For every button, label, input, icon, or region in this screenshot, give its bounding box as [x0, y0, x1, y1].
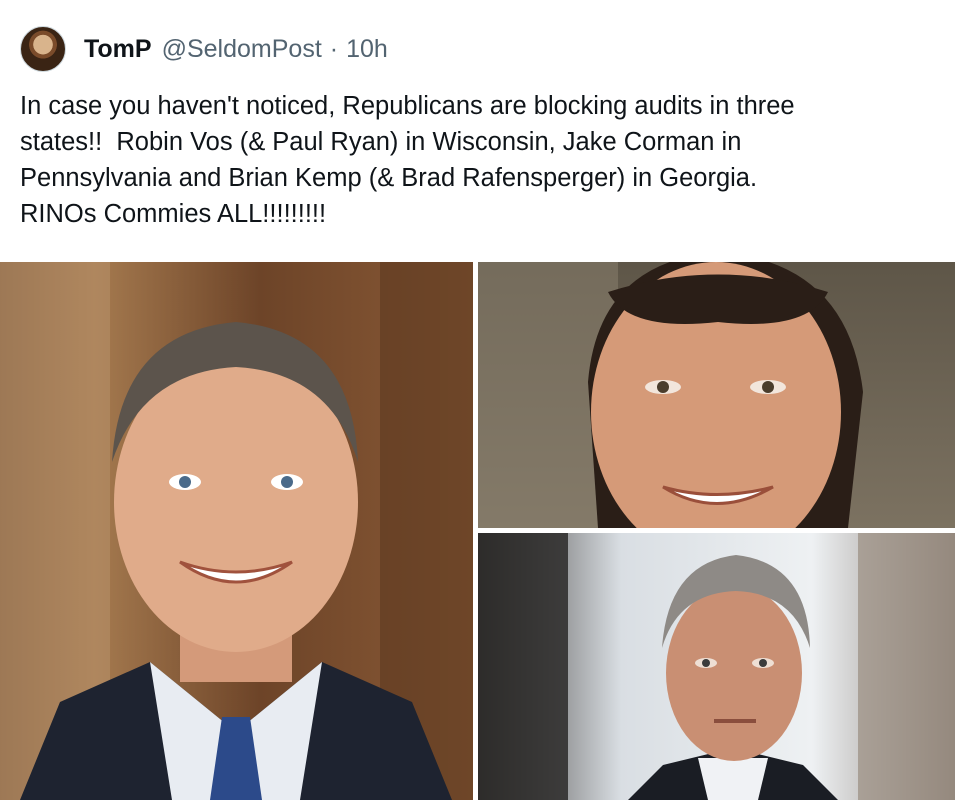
photo-bottom-right[interactable] [478, 533, 955, 800]
user-handle[interactable]: @SeldomPost [162, 35, 322, 64]
author-row: TomP @SeldomPost · 10h [84, 35, 388, 64]
separator-dot: · [329, 34, 339, 63]
tweet-card: TomP @SeldomPost · 10h In case you haven… [0, 0, 955, 800]
tweet-text: In case you haven't noticed, Republicans… [20, 92, 795, 228]
display-name[interactable]: TomP [84, 35, 152, 64]
photo-left[interactable] [0, 262, 473, 800]
media-grid [0, 262, 955, 800]
photo-top-right[interactable] [478, 262, 955, 528]
tweet-header: TomP @SeldomPost · 10h [20, 24, 388, 74]
avatar[interactable] [20, 26, 66, 72]
timestamp[interactable]: 10h [346, 35, 388, 64]
